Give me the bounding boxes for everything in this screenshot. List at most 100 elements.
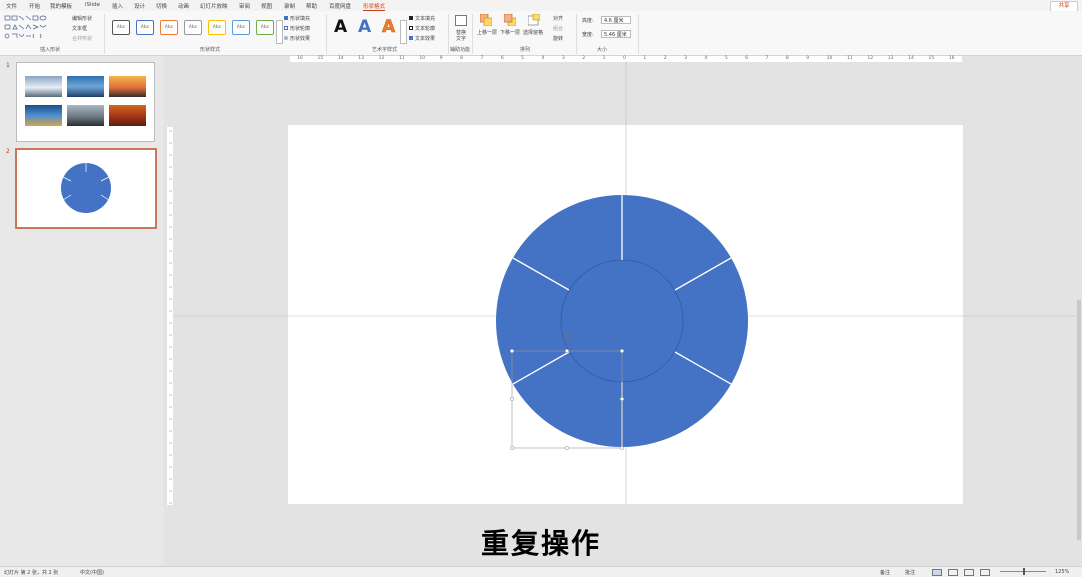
tab-record[interactable]: 录制 — [284, 2, 295, 10]
zoom-slider-thumb[interactable] — [1023, 568, 1025, 575]
thumbnail-circle-graphic — [61, 163, 111, 213]
group-label-shape-styles: 形状样式 — [200, 47, 221, 53]
thumbnail-image — [109, 76, 146, 97]
tab-animations[interactable]: 动画 — [178, 2, 189, 10]
comments-button[interactable]: 批注 — [905, 569, 915, 576]
scrollbar-thumb[interactable] — [1077, 300, 1081, 540]
width-input[interactable]: 5.46 厘米 — [601, 30, 631, 38]
resize-handle[interactable] — [619, 445, 625, 451]
slide-number: 2 — [6, 148, 10, 155]
tab-insert[interactable]: 插入 — [112, 2, 123, 10]
slide-thumbnail-1[interactable] — [16, 62, 155, 142]
thumbnail-image — [25, 76, 62, 97]
wordart-style-orange[interactable]: A — [382, 17, 396, 38]
shape-style-5[interactable]: Abc — [208, 20, 226, 35]
send-backward-button[interactable]: 下移一层 — [500, 29, 520, 36]
status-bar: 幻灯片 第 2 张，共 2 张 中文(中国) 备注 批注 125% — [0, 566, 1082, 577]
normal-view-icon[interactable] — [932, 569, 942, 576]
height-input[interactable]: 4.6 厘米 — [601, 16, 631, 24]
slide-sorter-icon[interactable] — [948, 569, 958, 576]
tab-slideshow[interactable]: 幻灯片放映 — [200, 2, 228, 10]
text-box-button[interactable]: 文本框 — [72, 25, 87, 32]
tab-review[interactable]: 审阅 — [239, 2, 250, 10]
shape-effects-button[interactable]: 形状效果 — [290, 35, 310, 42]
selection-pane-icon — [527, 13, 541, 26]
video-subtitle: 重复操作 — [480, 527, 601, 560]
group-button[interactable]: 组合 — [553, 25, 563, 32]
tab-baidu-netdisk[interactable]: 百度网盘 — [329, 2, 351, 10]
slideshow-icon[interactable] — [980, 569, 990, 576]
shape-style-1[interactable]: Abc — [112, 20, 130, 35]
canvas-overlay — [174, 62, 1076, 504]
menu-bar: 文件 开始 我的模板 iSlide 插入 设计 切换 动画 幻灯片放映 审阅 视… — [0, 0, 1082, 11]
tab-my-templates[interactable]: 我的模板 — [50, 2, 72, 10]
shape-style-4[interactable]: Abc — [184, 20, 202, 35]
resize-handle[interactable] — [509, 396, 515, 402]
resize-handle[interactable] — [619, 348, 625, 354]
tab-design[interactable]: 设计 — [134, 2, 145, 10]
shape-gallery[interactable] — [4, 15, 60, 43]
language-indicator[interactable]: 中文(中国) — [80, 569, 104, 576]
wordart-style-black[interactable]: A — [334, 17, 347, 37]
tab-islide[interactable]: iSlide — [85, 2, 100, 8]
tab-shape-format[interactable]: 形状格式 — [363, 2, 385, 10]
tab-home[interactable]: 开始 — [29, 2, 40, 10]
outline-icon — [284, 26, 288, 30]
group-label-insert-shapes: 插入形状 — [40, 47, 61, 53]
divider — [576, 14, 577, 54]
bring-forward-button[interactable]: 上移一层 — [477, 29, 497, 36]
rotate-button[interactable]: 旋转 — [553, 35, 563, 42]
notes-button[interactable]: 备注 — [880, 569, 890, 576]
text-effects-button[interactable]: 文本效果 — [415, 35, 435, 42]
group-label-arrange: 排列 — [520, 47, 531, 53]
edit-shape-button[interactable]: 编辑形状 — [72, 15, 92, 22]
resize-handle[interactable] — [564, 445, 570, 451]
tab-view[interactable]: 视图 — [261, 2, 272, 10]
divider — [448, 14, 449, 54]
height-label: 高度: — [582, 18, 594, 24]
resize-handle[interactable] — [564, 348, 570, 354]
wordart-style-blue[interactable]: A — [358, 17, 371, 37]
shape-style-3[interactable]: Abc — [160, 20, 178, 35]
group-label-size: 大小 — [597, 47, 608, 53]
shape-fill-button[interactable]: 形状填充 — [290, 15, 310, 22]
slide-counter: 幻灯片 第 2 张，共 2 张 — [4, 570, 59, 576]
group-label-wordart: 艺术字样式 — [372, 47, 398, 53]
thumbnail-image — [67, 76, 104, 97]
alt-text-button[interactable]: 替换文字 — [454, 30, 468, 42]
selection-pane-button[interactable]: 选择窗格 — [523, 29, 543, 36]
wordart-gallery-scroll[interactable] — [400, 20, 407, 44]
tab-transitions[interactable]: 切换 — [156, 2, 167, 10]
slide-thumbnail-2[interactable] — [15, 148, 157, 229]
thumbnail-image — [67, 105, 104, 126]
shape-style-7[interactable]: Abc — [256, 20, 274, 35]
text-fill-button[interactable]: 文本填充 — [415, 15, 435, 22]
send-backward-icon — [503, 13, 517, 27]
bring-forward-icon — [479, 13, 493, 27]
resize-handle[interactable] — [509, 348, 515, 354]
shape-style-6[interactable]: Abc — [232, 20, 250, 35]
divider — [638, 14, 639, 54]
group-label-accessibility: 辅助功能 — [450, 47, 471, 53]
merge-shapes-button[interactable]: 合并形状 — [72, 35, 92, 42]
text-fill-icon — [409, 16, 413, 20]
zoom-level[interactable]: 125% — [1055, 569, 1069, 575]
slide-number: 1 — [6, 62, 10, 69]
shapes-icon — [4, 15, 47, 39]
text-outline-button[interactable]: 文本轮廓 — [415, 25, 435, 32]
effects-icon — [284, 36, 288, 40]
shape-outline-button[interactable]: 形状轮廓 — [290, 25, 310, 32]
fill-icon — [284, 16, 288, 20]
divider — [472, 14, 473, 54]
style-gallery-scroll[interactable] — [276, 20, 283, 44]
reading-view-icon[interactable] — [964, 569, 974, 576]
alt-text-icon — [455, 15, 467, 26]
resize-handle[interactable] — [509, 445, 515, 451]
align-button[interactable]: 对齐 — [553, 15, 563, 22]
tab-file[interactable]: 文件 — [6, 2, 17, 10]
thumbnail-image — [109, 105, 146, 126]
tab-help[interactable]: 帮助 — [306, 2, 317, 10]
ribbon: 编辑形状 文本框 合并形状 插入形状 Abc Abc Abc Abc Abc A… — [0, 11, 1082, 56]
resize-handle[interactable] — [619, 396, 625, 402]
shape-style-2[interactable]: Abc — [136, 20, 154, 35]
